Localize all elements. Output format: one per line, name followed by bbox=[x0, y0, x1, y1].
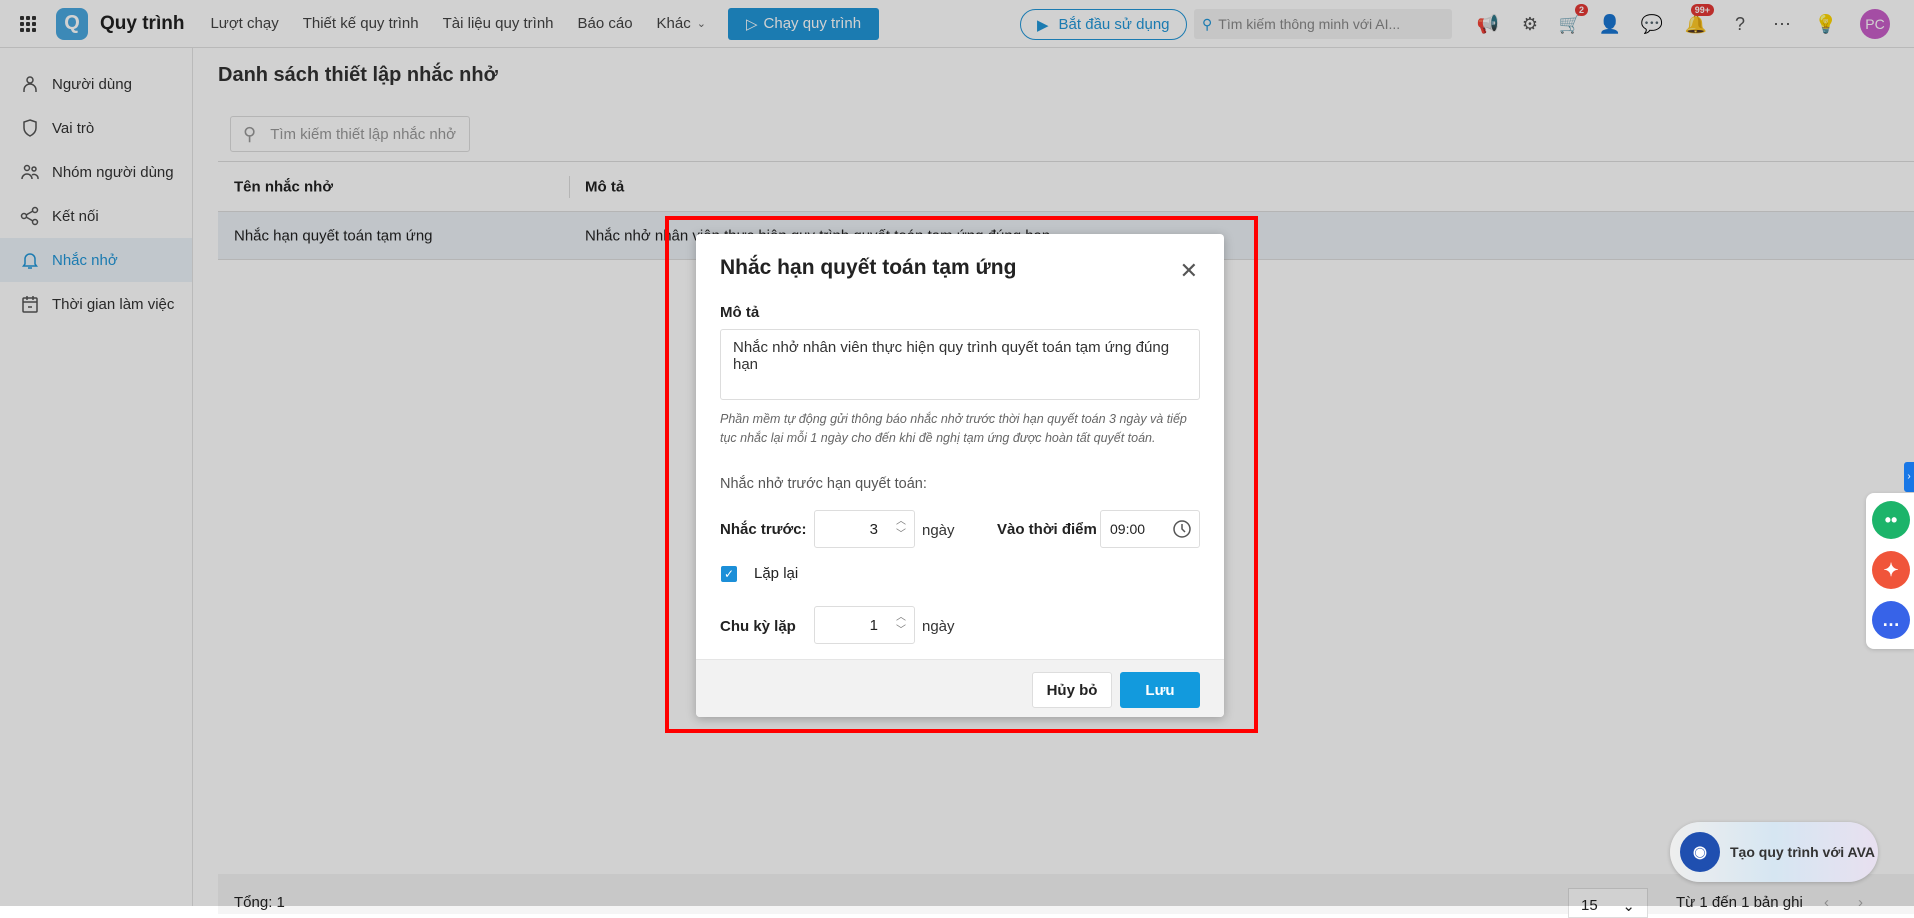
floating-toolbar: •• ✦ … bbox=[1866, 493, 1914, 649]
chat-bubble-icon[interactable]: … bbox=[1872, 601, 1910, 639]
collapse-panel-icon[interactable]: › bbox=[1904, 462, 1914, 492]
ava-robot-icon: ◉ bbox=[1680, 832, 1720, 872]
ava-create-process-button[interactable]: ◉ Tạo quy trình với AVA bbox=[1670, 822, 1878, 882]
bot-icon[interactable]: •• bbox=[1872, 501, 1910, 539]
highlight-box bbox=[665, 216, 1258, 733]
sparkle-icon[interactable]: ✦ bbox=[1872, 551, 1910, 589]
ava-label: Tạo quy trình với AVA bbox=[1730, 844, 1876, 860]
